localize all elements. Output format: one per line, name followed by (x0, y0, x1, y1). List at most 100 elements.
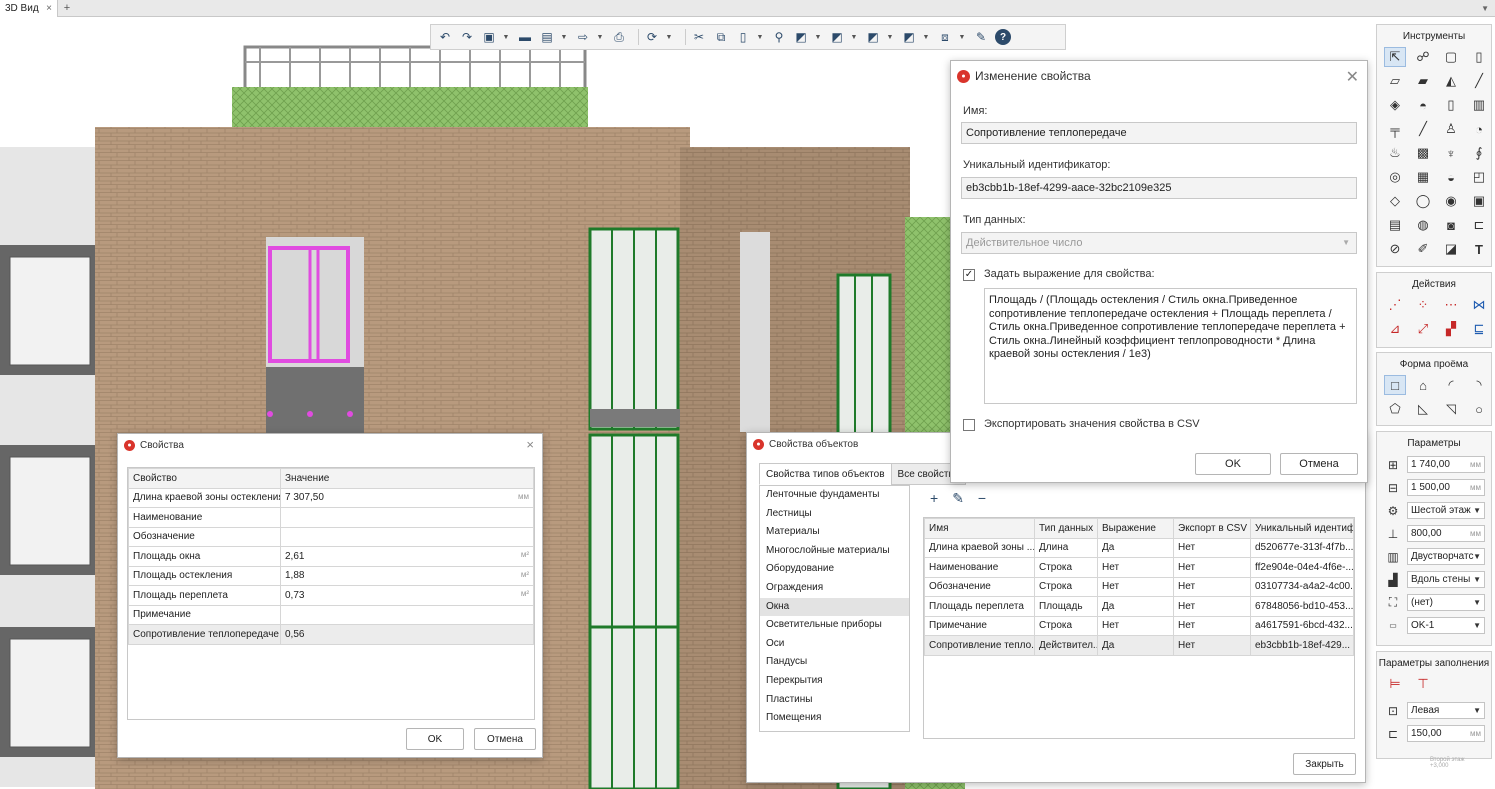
remove-icon[interactable]: − (978, 490, 986, 507)
cancel-button[interactable]: Отмена (1280, 453, 1358, 475)
ok-button[interactable]: OK (1195, 453, 1271, 475)
undo-icon[interactable]: ↶ (437, 29, 453, 45)
view3-icon[interactable]: ◩ (865, 29, 881, 45)
shape-trapezoid-icon[interactable]: ◺ (1413, 400, 1433, 418)
shape-rect-icon[interactable]: □ (1384, 375, 1406, 395)
side-select[interactable]: Левая ▼ (1407, 702, 1485, 719)
dim-icon[interactable]: ⊘ (1385, 240, 1405, 258)
list-item[interactable]: Оборудование (760, 560, 909, 579)
grid-icon[interactable]: ▦ (1413, 168, 1433, 186)
placement-select[interactable]: Вдоль стены ▼ (1407, 571, 1485, 588)
cancel-button[interactable]: Отмена (474, 728, 536, 750)
table-row[interactable]: Площадь переплета 0,73 м² (128, 585, 534, 606)
select-icon[interactable]: ⇱ (1384, 47, 1406, 67)
window-icon[interactable]: ▥ (1469, 96, 1489, 114)
offset-icon[interactable]: ▞ (1441, 320, 1461, 338)
mesh-icon[interactable]: ◉ (1441, 192, 1461, 210)
bracket-icon[interactable]: ⊏ (1469, 216, 1489, 234)
shape-circle-icon[interactable]: ○ (1469, 400, 1489, 418)
ok-button[interactable]: OK (406, 728, 464, 750)
close-icon[interactable]: × (526, 437, 534, 452)
window-type-select[interactable]: Двустворчатс ▼ (1407, 548, 1485, 565)
rect-icon[interactable]: ▢ (1441, 48, 1461, 66)
table-row[interactable]: Наименование (128, 507, 534, 528)
zoom-icon[interactable]: ⚲ (771, 29, 787, 45)
mirror-icon[interactable]: ⋈ (1469, 296, 1489, 314)
pen-icon[interactable]: ✐ (1413, 240, 1433, 258)
opening-icon[interactable]: ◯ (1413, 192, 1433, 210)
hatch-icon[interactable]: ◪ (1441, 240, 1461, 258)
railing-icon[interactable]: ╤ (1385, 120, 1405, 138)
table-row[interactable]: Длина краевой зоны ... Длина Да Нет d520677e… (924, 537, 1354, 558)
property-value[interactable]: 7 307,50 мм (280, 487, 534, 508)
table-row[interactable]: Примечание (128, 604, 534, 625)
shape-round-right-icon[interactable]: ◝ (1469, 376, 1489, 394)
align-icon[interactable]: ⊑ (1469, 320, 1489, 338)
list-item[interactable]: Осветительные приборы (760, 616, 909, 635)
view-cube-icon[interactable]: ▣ (481, 29, 497, 45)
property-value[interactable]: 0,73 м² (280, 585, 534, 606)
view4-icon[interactable]: ◩ (901, 29, 917, 45)
list-item[interactable]: Перекрытия (760, 672, 909, 691)
table-row[interactable]: Площадь окна 2,61 м² (128, 546, 534, 567)
property-value[interactable]: 2,61 м² (280, 546, 534, 567)
chevron-down-icon[interactable]: ▼ (923, 29, 930, 45)
expression-textarea[interactable]: Площадь / (Площадь остекления / Стиль ок… (984, 288, 1357, 404)
list-item[interactable]: Лестницы (760, 505, 909, 524)
rotate-icon[interactable]: ⊿ (1385, 320, 1405, 338)
list-item[interactable]: Многослойные материалы (760, 542, 909, 561)
width-field[interactable]: 1 740,00 мм (1407, 456, 1485, 473)
slab-icon[interactable]: ▰ (1413, 72, 1433, 90)
help-icon[interactable]: ? (995, 29, 1011, 45)
table-row[interactable]: Длина краевой зоны остекления 7 307,50 мм (128, 487, 534, 508)
table-row[interactable]: Обозначение Строка Нет Нет 03107734-a4a2-4c0… (924, 576, 1354, 597)
tab-type-properties[interactable]: Свойства типов объектов (759, 463, 892, 485)
sill-field[interactable]: 800,00 мм (1407, 525, 1485, 542)
redo-icon[interactable]: ↷ (459, 29, 475, 45)
zone-icon[interactable]: ◎ (1385, 168, 1405, 186)
cut-icon[interactable]: ✂ (691, 29, 707, 45)
object-icon[interactable]: ▣ (1469, 192, 1489, 210)
list-item[interactable]: Ленточные фундаменты (760, 486, 909, 505)
chevron-down-icon[interactable]: ▼ (757, 29, 764, 45)
camera-icon[interactable]: ◙ (1441, 216, 1461, 234)
list-item[interactable]: Пластины (760, 691, 909, 710)
figure-icon[interactable]: ♙ (1441, 120, 1461, 138)
offset-field[interactable]: 150,00 мм (1407, 725, 1485, 742)
door-icon[interactable]: ▯ (1441, 96, 1461, 114)
column-icon[interactable]: ▯ (1469, 48, 1489, 66)
csv-export-checkbox[interactable] (963, 419, 975, 431)
list-item[interactable]: Окна (760, 597, 909, 617)
data-type-select[interactable]: Действительное число ▼ (961, 232, 1357, 254)
table-row[interactable]: Примечание Строка Нет Нет a4617591-6bcd-432.… (924, 615, 1354, 636)
save-icon[interactable]: ▤ (539, 29, 555, 45)
scale-icon[interactable]: ⤢ (1413, 320, 1433, 338)
shape-icon[interactable]: ◰ (1469, 168, 1489, 186)
copy-icon[interactable]: ⧉ (713, 29, 729, 45)
table-row[interactable]: Сопротивление теплопередаче 0,56 (128, 624, 534, 645)
box-icon[interactable]: ▩ (1413, 144, 1433, 162)
list-item[interactable]: Оси (760, 635, 909, 654)
table-row[interactable]: Площадь остекления 1,88 м² (128, 565, 534, 586)
list-item[interactable]: Ограждения (760, 579, 909, 598)
close-icon[interactable]: ✕ (1346, 67, 1359, 87)
uid-field[interactable]: eb3cbb1b-18ef-4299-aace-32bc2109e325 (961, 177, 1357, 199)
property-value[interactable]: 0,56 (280, 624, 534, 645)
table-row[interactable]: Сопротивление тепло... Действител... Да Нет… (924, 635, 1354, 656)
shape-trapezoid2-icon[interactable]: ◹ (1441, 400, 1461, 418)
add-tab-button[interactable]: + (60, 0, 74, 17)
fill-left-icon[interactable]: ⊨ (1385, 675, 1405, 693)
column-header[interactable]: Выражение (1097, 518, 1174, 539)
print-icon[interactable]: ⎙ (611, 29, 627, 45)
table-row[interactable]: Обозначение (128, 526, 534, 547)
chevron-down-icon[interactable]: ▼ (959, 29, 966, 45)
close-button[interactable]: Закрыть (1293, 753, 1356, 775)
link-icon[interactable]: ∮ (1469, 144, 1489, 162)
column-header[interactable]: Уникальный идентиф (1250, 518, 1354, 539)
layer-icon[interactable]: ◈ (1385, 96, 1405, 114)
property-value[interactable] (280, 507, 534, 528)
close-tab-icon[interactable]: × (46, 0, 52, 17)
style-select[interactable]: (нет) ▼ (1407, 594, 1485, 611)
tab-menu-icon[interactable]: ▼ (1481, 0, 1489, 17)
chevron-down-icon[interactable]: ▼ (815, 29, 822, 45)
